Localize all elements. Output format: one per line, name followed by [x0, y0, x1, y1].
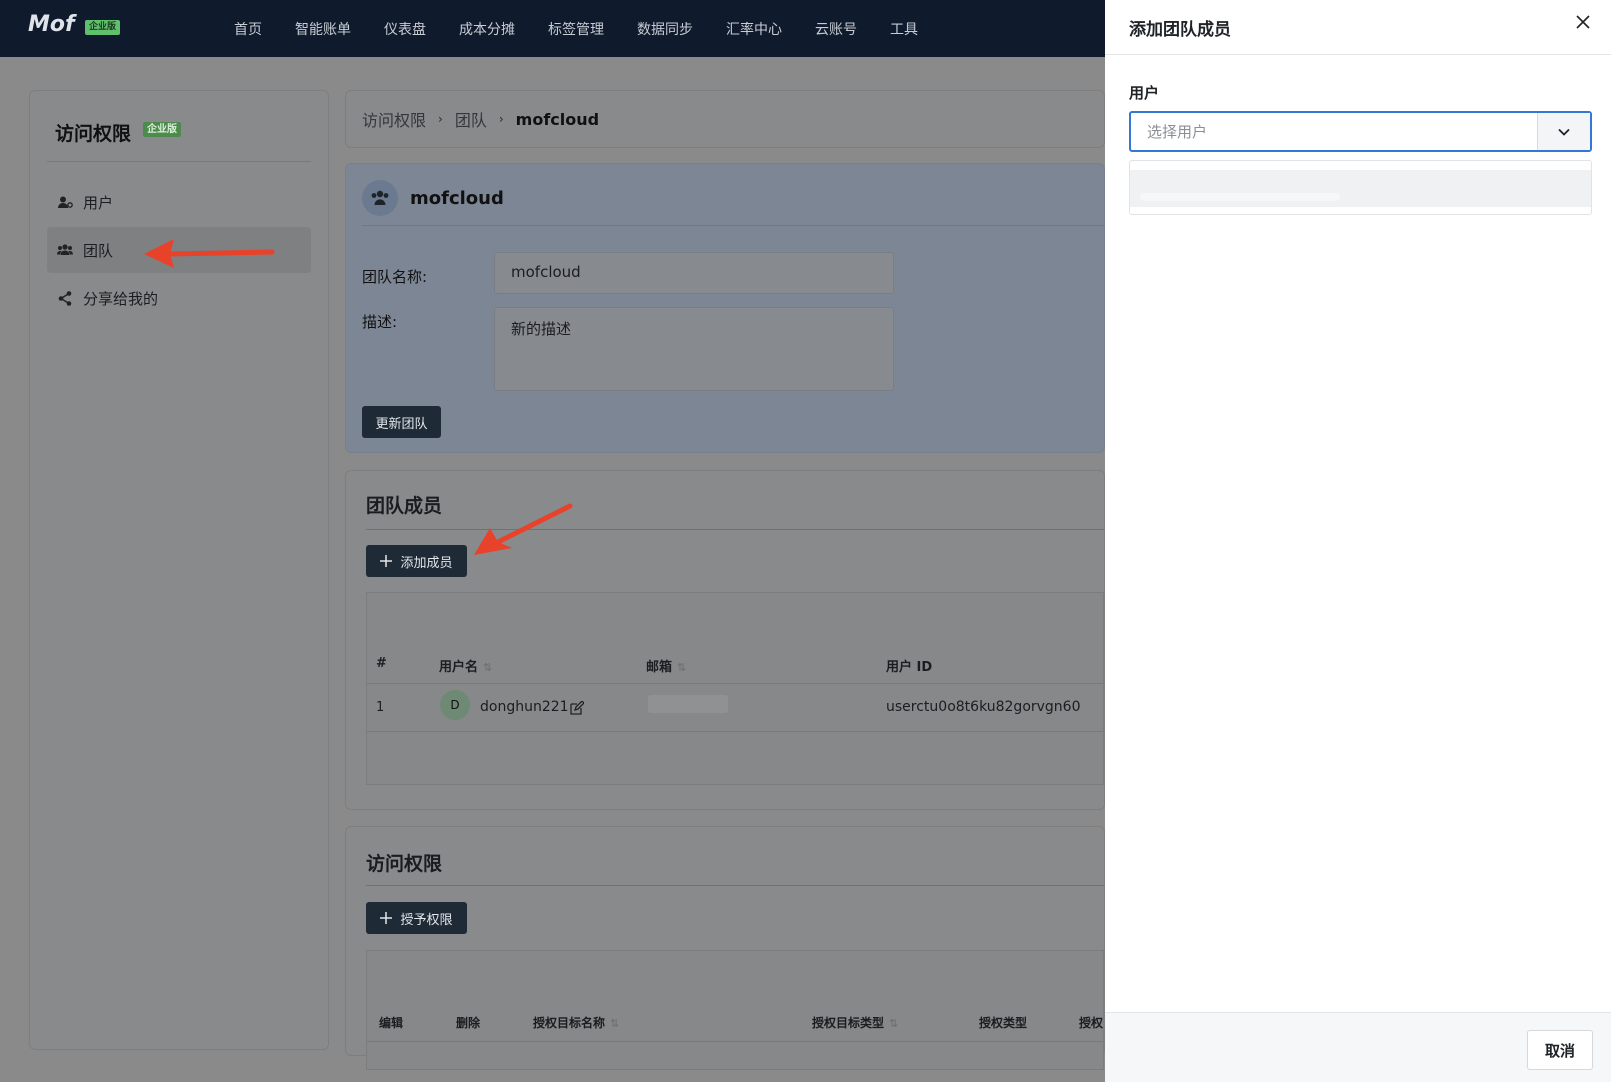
- user-field-label: 用户: [1129, 84, 1160, 102]
- col-target-name[interactable]: 授权目标名称 ⇅: [533, 1014, 619, 1031]
- sort-icon: ⇅: [677, 661, 687, 674]
- col-email[interactable]: 邮箱 ⇅: [646, 656, 686, 675]
- sidebar: 访问权限 企业版 用户 团队 分享给我的: [29, 90, 329, 1050]
- col-delete: 删除: [456, 1016, 481, 1030]
- col-user-id: 用户 ID: [886, 660, 933, 675]
- permissions-table: 编辑 删除 授权目标名称 ⇅ 授权目标类型 ⇅ 授权类型 授权: [366, 950, 1104, 1070]
- sidebar-item-team[interactable]: 团队: [47, 227, 311, 273]
- drawer-footer: 取消: [1105, 1012, 1611, 1082]
- team-name-input[interactable]: mofcloud: [494, 252, 894, 294]
- col-target-type[interactable]: 授权目标类型 ⇅: [812, 1014, 898, 1031]
- breadcrumb-separator: ›: [438, 112, 443, 126]
- header-row-line: [367, 1041, 1103, 1042]
- sidebar-item-shared-with-me[interactable]: 分享给我的: [47, 275, 311, 321]
- sidebar-title: 访问权限: [55, 123, 132, 145]
- plus-icon: [380, 912, 393, 924]
- dropdown-option-redacted[interactable]: [1130, 170, 1591, 207]
- plus-icon: [380, 555, 393, 567]
- nav-item-tools[interactable]: 工具: [890, 19, 918, 39]
- header-row-line: [367, 683, 1103, 684]
- permissions-divider: [366, 885, 1104, 886]
- row-email-redacted: [648, 695, 728, 713]
- row-user-id: userctu0o8t6ku82gorvgn60: [886, 699, 1081, 715]
- nav-item-home[interactable]: 首页: [234, 19, 262, 39]
- nav-item-tag-management[interactable]: 标签管理: [548, 19, 604, 39]
- col-edit: 编辑: [379, 1016, 404, 1030]
- add-member-button[interactable]: 添加成员: [366, 545, 467, 577]
- add-member-label: 添加成员: [400, 555, 453, 571]
- row-index: 1: [376, 700, 385, 715]
- col-grant-type: 授权类型: [979, 1016, 1028, 1030]
- nav-item-smart-bill[interactable]: 智能账单: [295, 19, 351, 39]
- sidebar-item-label: 团队: [83, 241, 114, 260]
- breadcrumb-item-access[interactable]: 访问权限: [362, 107, 426, 131]
- update-team-button[interactable]: 更新团队: [362, 406, 441, 438]
- team-members-card: 团队成员 添加成员 # 用户名 ⇅ 邮箱 ⇅ 用户 ID 1 D donghun22…: [345, 470, 1105, 810]
- breadcrumb: 访问权限 › 团队 › mofcloud: [345, 90, 1105, 148]
- team-icon: [371, 190, 389, 205]
- close-icon: [1576, 15, 1590, 29]
- description-textarea[interactable]: 新的描述: [494, 307, 894, 391]
- team-name-heading: mofcloud: [410, 187, 504, 209]
- drawer-title: 添加团队成员: [1129, 20, 1231, 40]
- team-avatar: [362, 180, 398, 216]
- sidebar-item-users[interactable]: 用户: [47, 179, 311, 225]
- breadcrumb-item-current: mofcloud: [515, 109, 600, 129]
- sort-icon: ⇅: [889, 1017, 899, 1030]
- sort-icon: ⇅: [610, 1017, 620, 1030]
- avatar: D: [440, 690, 470, 720]
- breadcrumb-item-team[interactable]: 团队: [455, 107, 487, 131]
- nav-item-cost-allocation[interactable]: 成本分摊: [459, 19, 515, 39]
- team-header: mofcloud: [362, 180, 504, 216]
- row-line: [367, 731, 1103, 732]
- grant-permission-label: 授予权限: [400, 912, 453, 928]
- nav-menu: 首页 智能账单 仪表盘 成本分摊 标签管理 数据同步 汇率中心 云账号 工具: [234, 0, 951, 57]
- team-name-label: 团队名称:: [362, 268, 428, 286]
- drawer-header-divider: [1105, 54, 1611, 55]
- nav-item-exchange-rate[interactable]: 汇率中心: [726, 19, 782, 39]
- team-divider: [362, 225, 1104, 226]
- user-icon: [57, 194, 73, 210]
- access-permissions-card: 访问权限 授予权限 编辑 删除 授权目标名称 ⇅ 授权目标类型 ⇅ 授权类型 授权: [345, 826, 1105, 1070]
- col-grant: 授权: [1079, 1016, 1104, 1030]
- user-select[interactable]: [1129, 111, 1592, 152]
- sidebar-divider: [47, 161, 311, 162]
- nav-item-cloud-account[interactable]: 云账号: [815, 19, 857, 39]
- sidebar-item-label: 用户: [83, 193, 114, 212]
- edit-icon[interactable]: [570, 700, 585, 719]
- sidebar-edition-badge: 企业版: [143, 122, 181, 137]
- members-section-title: 团队成员: [366, 495, 443, 517]
- user-dropdown-list: [1129, 160, 1592, 215]
- breadcrumb-separator: ›: [498, 112, 504, 126]
- team-info-card: mofcloud 团队名称: mofcloud 描述: 新的描述 更新团队: [345, 163, 1105, 453]
- edition-badge: 企业版: [85, 20, 121, 35]
- select-toggle[interactable]: [1537, 113, 1590, 150]
- app-logo[interactable]: Mof: [28, 12, 75, 37]
- nav-item-dashboard[interactable]: 仪表盘: [384, 19, 426, 39]
- row-username: donghun221: [480, 699, 569, 715]
- permissions-section-title: 访问权限: [366, 853, 443, 875]
- team-icon: [57, 242, 73, 258]
- sort-icon: ⇅: [483, 661, 493, 674]
- user-select-input[interactable]: [1131, 113, 1537, 150]
- chevron-down-icon: [1558, 128, 1570, 136]
- share-icon: [57, 290, 73, 306]
- members-table: # 用户名 ⇅ 邮箱 ⇅ 用户 ID 1 D donghun221 userctu0…: [366, 592, 1104, 785]
- add-member-drawer: 添加团队成员 用户 取消: [1105, 0, 1611, 1082]
- description-label: 描述:: [362, 313, 398, 331]
- nav-item-data-sync[interactable]: 数据同步: [637, 19, 693, 39]
- grant-permission-button[interactable]: 授予权限: [366, 902, 467, 934]
- dropdown-option-blur: [1140, 193, 1340, 201]
- col-index: #: [376, 656, 387, 671]
- members-divider: [366, 529, 1104, 530]
- cancel-button[interactable]: 取消: [1527, 1030, 1593, 1070]
- sidebar-item-label: 分享给我的: [83, 289, 159, 308]
- col-username[interactable]: 用户名 ⇅: [439, 656, 492, 675]
- close-button[interactable]: [1573, 12, 1593, 32]
